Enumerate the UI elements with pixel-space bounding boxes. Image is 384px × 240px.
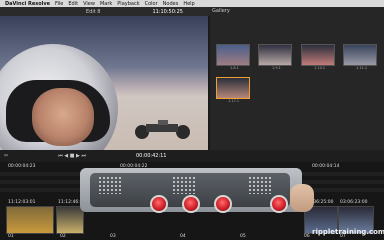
cut-icon[interactable]: ✂ bbox=[4, 153, 8, 159]
transport-timecode: 00:00:42:11 bbox=[135, 153, 167, 159]
menu-playback[interactable]: Playback bbox=[117, 1, 139, 7]
viewer-timecode: 11:10:50:25 bbox=[152, 8, 183, 15]
gallery-title: Gallery bbox=[212, 8, 230, 14]
menu-nodes[interactable]: Nodes bbox=[163, 1, 179, 7]
timeline-mark: 00:00:04:23 bbox=[8, 164, 36, 169]
trackball-knob-1 bbox=[150, 195, 168, 213]
app-menu-davinci[interactable]: DaVinci Resolve bbox=[5, 1, 50, 7]
viewer-toolbar: Edit 8 11:10:50:25 bbox=[0, 7, 210, 16]
trackball-knob-4 bbox=[270, 195, 288, 213]
menu-edit[interactable]: Edit bbox=[68, 1, 78, 7]
timeline-clip[interactable] bbox=[6, 206, 54, 234]
gallery-still[interactable] bbox=[216, 44, 250, 66]
watermark: rippletraining.com bbox=[312, 228, 384, 236]
hand-image bbox=[290, 184, 314, 212]
menu-view[interactable]: View bbox=[83, 1, 95, 7]
gallery-still-label: 1.10.1 bbox=[314, 66, 326, 70]
button-grid-right bbox=[248, 176, 272, 194]
gallery-still-label: 1.11.1 bbox=[356, 66, 368, 70]
gallery-still-label: 1.8.1 bbox=[230, 66, 239, 70]
clip-number: 06 bbox=[304, 234, 310, 239]
button-grid-mid bbox=[172, 176, 196, 194]
menu-mark[interactable]: Mark bbox=[100, 1, 112, 7]
menu-file[interactable]: File bbox=[55, 1, 63, 7]
transport-bar: ✂ ⏮ ◀ ■ ▶ ⏭ 00:00:42:11 bbox=[0, 150, 384, 162]
motorcycle-image bbox=[135, 120, 190, 139]
timeline-clip[interactable] bbox=[56, 206, 84, 234]
rider-face bbox=[32, 88, 94, 146]
viewer[interactable] bbox=[0, 16, 208, 150]
gallery-still[interactable] bbox=[258, 44, 292, 66]
clip-number: 03 bbox=[110, 234, 116, 239]
gallery-still-label: 1.17.1 bbox=[228, 99, 240, 103]
timeline-mark: 00:00:04:14 bbox=[312, 164, 340, 169]
gallery-still-label: 1.9.1 bbox=[272, 66, 281, 70]
trackball-knob-2 bbox=[182, 195, 200, 213]
clip-number: 05 bbox=[240, 234, 246, 239]
clip-timecode: 11:12:03:01 bbox=[8, 200, 36, 205]
trackball-knob-3 bbox=[214, 195, 232, 213]
edit-selector[interactable]: Edit 8 bbox=[86, 9, 100, 15]
clip-number: 02 bbox=[60, 234, 66, 239]
button-grid-left bbox=[98, 176, 122, 194]
menu-color[interactable]: Color bbox=[145, 1, 158, 7]
menu-bar: DaVinci Resolve File Edit View Mark Play… bbox=[0, 0, 384, 7]
play-controls-icon[interactable]: ⏮ ◀ ■ ▶ ⏭ bbox=[58, 153, 86, 159]
clip-number: 04 bbox=[180, 234, 186, 239]
gallery-still[interactable] bbox=[301, 44, 335, 66]
clip-number: 01 bbox=[8, 234, 14, 239]
gallery-still-selected[interactable] bbox=[216, 77, 250, 99]
gallery-still[interactable] bbox=[343, 44, 377, 66]
menu-help[interactable]: Help bbox=[183, 1, 194, 7]
clip-timecode: 03:06:23:00 bbox=[340, 200, 368, 205]
